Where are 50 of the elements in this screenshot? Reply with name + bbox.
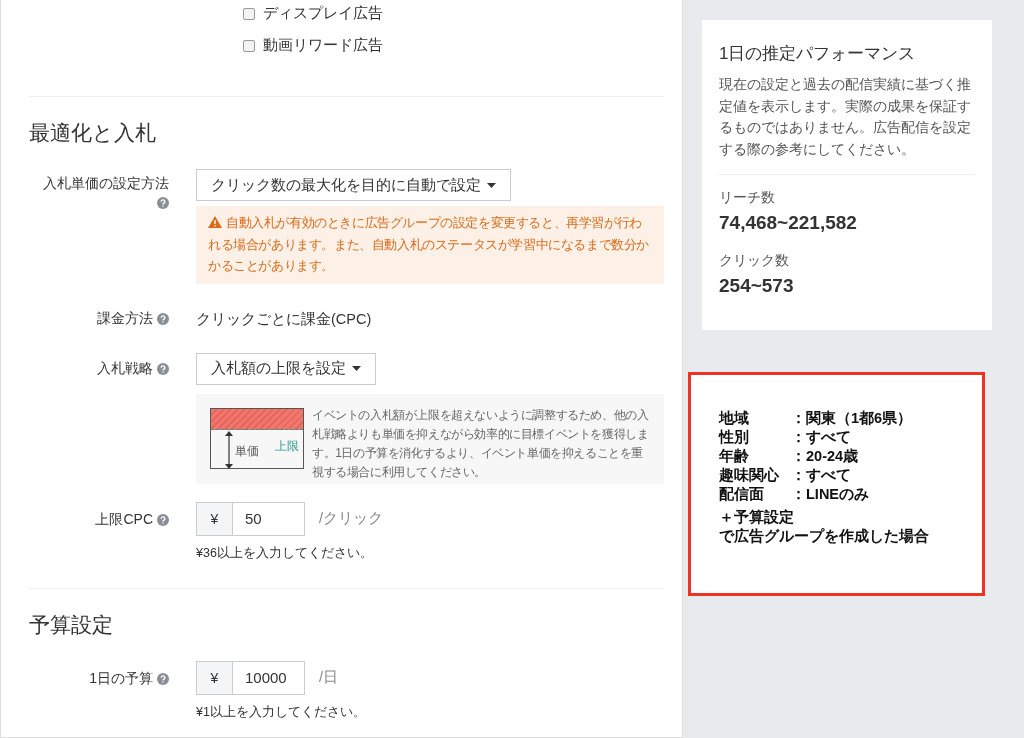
help-icon[interactable]: [157, 197, 169, 209]
annotation-note: ＋予算設定: [719, 508, 795, 527]
warning-icon: [208, 216, 222, 228]
condition-label: 年齢: [719, 447, 750, 466]
condition-label: 地域: [719, 409, 750, 428]
metric-value: 74,468~221,582: [719, 212, 858, 234]
hint-text: ¥1以上を入力してください。: [196, 703, 367, 721]
metric-value: 254~573: [719, 275, 795, 297]
caret-icon: [487, 182, 496, 188]
help-icon[interactable]: [157, 513, 169, 526]
checkbox-label: ディスプレイ広告: [263, 4, 383, 23]
field-label: 1日の予算: [89, 669, 153, 688]
metric-label: リーチ数: [719, 189, 776, 207]
hint-text: ¥36以上を入力してください。: [196, 544, 374, 562]
caret-icon: [352, 366, 361, 371]
field-label: 課金方法: [97, 309, 153, 328]
annotation-note: で広告グループを作成した場合: [719, 527, 930, 546]
unit-text: /クリック: [319, 509, 384, 528]
condition-value: ：LINEのみ: [791, 485, 870, 504]
section-heading: 予算設定: [29, 611, 114, 638]
amount-field[interactable]: 50: [233, 501, 305, 536]
unit-text: /日: [319, 668, 339, 687]
condition-label: 配信面: [719, 485, 765, 504]
condition-label: 趣味関心: [719, 466, 780, 485]
warning-message: 自動入札が有効のときに広告グループの設定を変更すると、再学習が行われる場合があります。また、自動入札のステータスが学習中になるまで数分かかることがあります。: [196, 206, 664, 284]
strategy-dropdown[interactable]: 入札額の上限を設定: [196, 352, 376, 385]
currency-label: ¥: [196, 501, 233, 536]
bid-method-dropdown[interactable]: クリック数の最大化を目的に自動で設定: [196, 169, 511, 201]
currency-label: ¥: [196, 660, 233, 695]
checkbox[interactable]: [243, 39, 255, 52]
card-description: 現在の設定と過去の配信実績に基づく推定値を表示します。実際の成果を保証するものではありません。広告配信を設定する際の参考にしてください。: [719, 76, 972, 159]
help-icon[interactable]: [157, 312, 169, 325]
condition-value: ：すべて: [791, 428, 851, 447]
field-label: 入札戦略: [97, 359, 153, 378]
checkbox-label: 動画リワード広告: [263, 36, 383, 55]
condition-value: ：20-24歳: [791, 447, 859, 466]
bid-cap-drawing: 単価 上限: [210, 407, 304, 469]
condition-value: ：関東（1都6県）: [791, 409, 913, 428]
help-icon[interactable]: [157, 362, 169, 375]
help-icon[interactable]: [157, 672, 169, 685]
metric-label: クリック数: [719, 252, 790, 270]
amount-field[interactable]: 10000: [233, 660, 305, 695]
condition-label: 性別: [719, 428, 750, 447]
field-label: 上限CPC: [95, 510, 153, 529]
checkbox[interactable]: [243, 7, 255, 20]
section-heading: 最適化と入札: [29, 120, 157, 146]
card-title: 1日の推定パフォーマンス: [719, 43, 917, 65]
condition-value: ：すべて: [791, 466, 851, 485]
field-label: 入札単価の設定方法: [43, 175, 169, 193]
billing-value: クリックごとに課金(CPC): [196, 309, 373, 329]
